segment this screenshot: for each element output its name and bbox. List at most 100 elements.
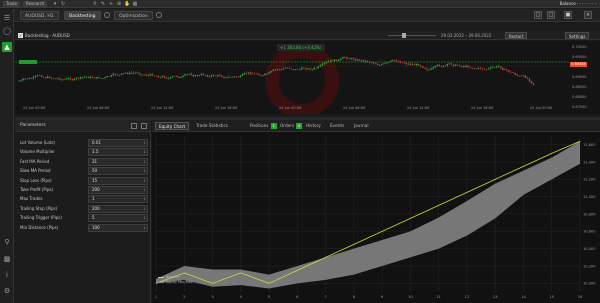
spinner-icon[interactable]: ↕ [143, 187, 146, 193]
parameter-input[interactable]: 1 ↕ [88, 195, 148, 204]
candle-body [61, 79, 63, 81]
tab-optimization[interactable]: Optimization [114, 11, 153, 20]
spinner-icon[interactable]: ↕ [143, 196, 146, 202]
automate-icon[interactable]: ▲ [2, 42, 12, 52]
plus-icon[interactable]: + [108, 1, 114, 7]
spinner-icon[interactable]: ↕ [143, 149, 146, 155]
x-tick-label: 3 [211, 295, 213, 299]
candlestick-chart[interactable] [15, 41, 600, 114]
chart-icon[interactable]: ◯ [2, 26, 12, 36]
candle-body [126, 72, 129, 74]
time-label: 23 Jun 18:00 [215, 106, 238, 110]
candle-body [180, 76, 182, 78]
tab-audusd[interactable]: AUDUSD, H1 [20, 11, 59, 20]
pencil-icon[interactable]: ✎ [100, 1, 106, 7]
candle-body [85, 76, 88, 78]
time-axis: 23 Jun 00:00 23 Jun 06:00 23 Jun 12:00 2… [15, 106, 570, 114]
parameter-input[interactable]: 200 ↕ [88, 186, 148, 194]
candle-body [231, 77, 233, 78]
parameter-label: Stop Loss (Pips) [20, 177, 52, 183]
spinner-icon[interactable]: ↕ [143, 159, 146, 165]
maximize-icon[interactable]: ■ [564, 11, 572, 19]
tile-icon[interactable]: □ [547, 11, 555, 19]
tab-label: History [306, 123, 321, 128]
parameter-input[interactable]: 1.5 ↕ [88, 148, 148, 157]
dropdown-icon[interactable]: ▾ [52, 1, 58, 7]
date-range: 29.03.2022 – 29.06.2022 [441, 33, 492, 38]
candle-body [473, 68, 475, 70]
spinner-icon[interactable]: ↕ [143, 215, 146, 221]
candle-body [51, 77, 53, 79]
candle-body [219, 75, 221, 76]
candle-body [96, 77, 98, 79]
candle-body [229, 76, 231, 78]
parameter-input[interactable]: 100 ↕ [88, 223, 148, 232]
save-icon[interactable] [131, 123, 137, 129]
balance-point [296, 269, 298, 271]
settings-button[interactable]: Settings [565, 32, 590, 39]
candle-body [448, 63, 451, 65]
grid-icon[interactable]: ▦ [132, 1, 138, 7]
info-icon[interactable]: i [2, 270, 12, 280]
candle-body [516, 74, 518, 76]
spinner-icon[interactable]: ↕ [143, 140, 146, 146]
spinner-icon[interactable]: ↕ [143, 225, 146, 231]
close-icon[interactable]: × [584, 11, 592, 19]
candle-body [38, 75, 41, 76]
x-tick-label: 7 [324, 295, 326, 299]
tab-trade-statistics[interactable]: Trade Statistics [193, 122, 231, 130]
tab-journal[interactable]: Journal [351, 122, 371, 130]
candle-body [358, 59, 360, 61]
parameter-input[interactable]: 200 ↕ [88, 204, 148, 213]
candle-body [260, 75, 262, 76]
spinner-icon[interactable]: ↕ [143, 206, 146, 212]
zoom-icon[interactable]: ⚲ [2, 237, 12, 247]
restart-button[interactable]: Restart [505, 32, 528, 39]
tab-equity-chart[interactable]: Equity Chart [155, 122, 190, 130]
slider-knob[interactable] [402, 33, 406, 38]
refresh-icon[interactable]: ↻ [60, 1, 66, 7]
balance-point [494, 178, 496, 180]
spinner-icon[interactable]: ↕ [143, 178, 146, 184]
parameter-input[interactable]: 50 ↕ [88, 167, 148, 176]
candle-body [530, 81, 533, 84]
candle-body [407, 63, 410, 65]
tab-close-icon[interactable] [156, 12, 162, 18]
folder-icon[interactable] [141, 123, 147, 129]
layers-icon[interactable]: ▩ [2, 254, 12, 264]
parameter-input[interactable]: 0.01 ↕ [88, 139, 148, 147]
candle-body [489, 67, 492, 69]
research-mode-button[interactable]: Research [23, 1, 48, 7]
candle-body [141, 74, 143, 76]
candle-body [397, 61, 399, 62]
tab-events[interactable]: Events [327, 122, 347, 130]
candle-body [344, 57, 346, 58]
candle-body [428, 69, 430, 71]
candle-body [165, 77, 168, 79]
parameter-input[interactable]: 5 ↕ [88, 214, 148, 223]
parameter-input[interactable]: 15 ↕ [88, 176, 148, 185]
hand-icon[interactable]: ✋ [124, 1, 130, 7]
search-icon[interactable]: ⚲ [92, 1, 98, 7]
spinner-icon[interactable]: ↕ [143, 168, 146, 174]
restore-icon[interactable]: □ [534, 11, 542, 19]
candle-body [403, 62, 406, 64]
tab-close-icon[interactable] [104, 12, 110, 18]
candle-body [65, 78, 67, 80]
tab-positions[interactable]: Positions 1 [247, 122, 280, 130]
trade-mode-button[interactable]: Trade [3, 1, 20, 7]
tab-history[interactable]: History [303, 122, 324, 130]
add-icon[interactable]: ⊕ [116, 1, 122, 7]
candle-body [401, 62, 404, 64]
settings-icon[interactable]: ⚙ [2, 286, 12, 296]
candle-body [327, 61, 330, 62]
menu-icon[interactable]: ☰ [2, 13, 12, 23]
speed-slider[interactable] [388, 33, 436, 38]
candle-body [217, 75, 219, 77]
tab-label: Journal [354, 123, 369, 128]
tab-backtesting[interactable]: Backtesting [64, 11, 101, 20]
parameter-label: Volume Multiplier [20, 149, 55, 155]
parameter-input[interactable]: 21 ↕ [88, 157, 148, 166]
visual-mode-checkbox[interactable]: ✓ [18, 33, 23, 38]
tab-orders[interactable]: Orders 0 [277, 122, 305, 130]
